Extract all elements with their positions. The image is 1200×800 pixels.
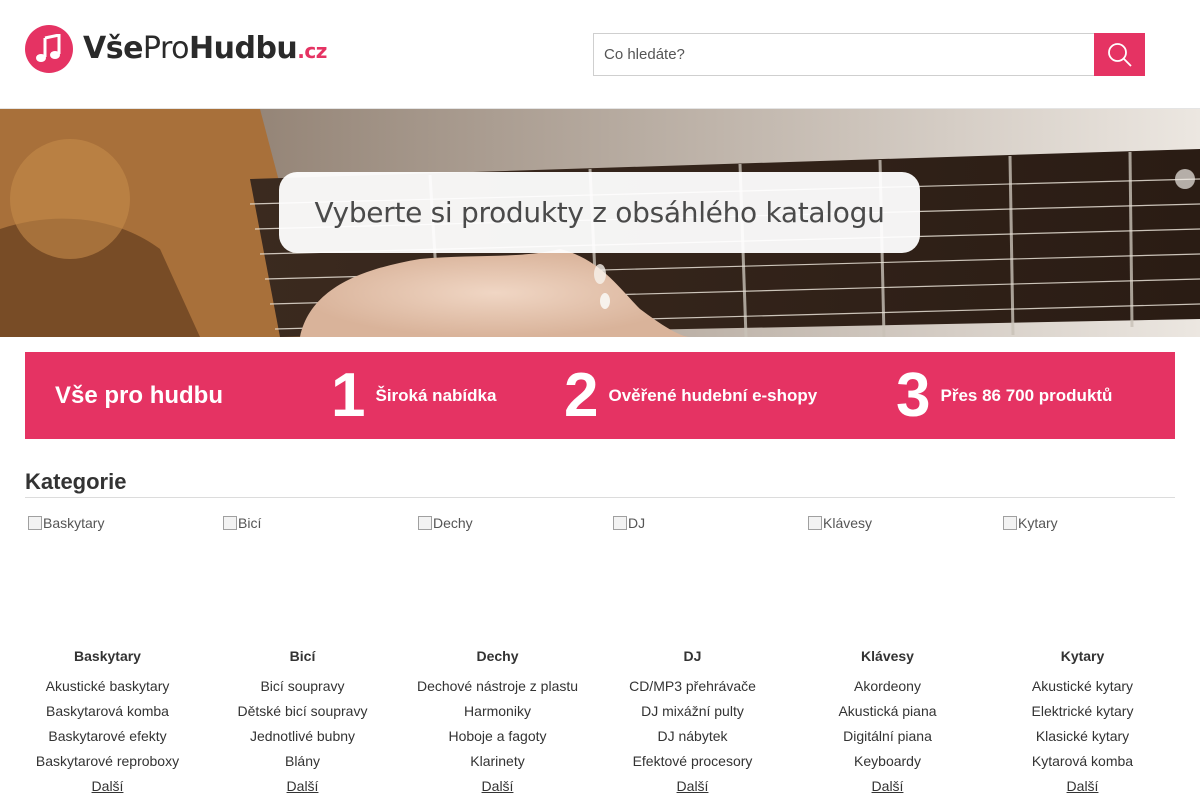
usp-label: Ověřené hudební e-shopy <box>608 385 818 405</box>
category-title[interactable]: Bicí <box>205 648 400 664</box>
category-link[interactable]: Kytarová komba <box>985 752 1180 777</box>
category-link[interactable]: Efektové procesory <box>595 752 790 777</box>
category-title[interactable]: Kytary <box>985 648 1180 664</box>
category-title[interactable]: Klávesy <box>790 648 985 664</box>
broken-image-icon <box>28 516 42 530</box>
category-link[interactable]: Hoboje a fagoty <box>400 727 595 752</box>
site-header: VšeProHudbu.cz <box>0 0 1200 109</box>
more-link[interactable]: Další <box>10 777 205 797</box>
usp-title: Vše pro hudbu <box>55 382 223 409</box>
category-link[interactable]: Akordeony <box>790 677 985 702</box>
category-link[interactable]: Baskytarové reproboxy <box>10 752 205 777</box>
more-link[interactable]: Další <box>595 777 790 797</box>
site-logo[interactable]: VšeProHudbu.cz <box>25 25 327 73</box>
usp-number: 1 <box>331 360 366 430</box>
category-link[interactable]: Dětské bicí soupravy <box>205 702 400 727</box>
category-link[interactable]: Keyboardy <box>790 752 985 777</box>
category-title[interactable]: Dechy <box>400 648 595 664</box>
search-form <box>593 33 1145 76</box>
category-image[interactable]: Dechy <box>418 515 473 531</box>
hero-tagline: Vyberte si produkty z obsáhlého katalogu <box>279 172 920 253</box>
usp-label: Přes 86 700 produktů <box>940 385 1113 405</box>
category-title[interactable]: Baskytary <box>10 648 205 664</box>
category-links: CD/MP3 přehrávače DJ mixážní pulty DJ ná… <box>595 677 790 797</box>
more-link[interactable]: Další <box>400 777 595 797</box>
search-input[interactable] <box>593 33 1094 76</box>
usp-item: 1 Široká nabídka <box>331 362 496 429</box>
category-image[interactable]: Bicí <box>223 515 261 531</box>
usp-bar: Vše pro hudbu 1 Široká nabídka 2 Ověřené… <box>25 352 1175 439</box>
music-note-icon <box>25 25 73 73</box>
hero-tagline-text: Vyberte si produkty z obsáhlého katalogu <box>314 196 885 229</box>
category-links: Dechové nástroje z plastu Harmoniky Hobo… <box>400 677 595 797</box>
category-links: Akustické baskytary Baskytarová komba Ba… <box>10 677 205 797</box>
category-links: Bicí soupravy Dětské bicí soupravy Jedno… <box>205 677 400 797</box>
category-image[interactable]: Kytary <box>1003 515 1058 531</box>
category-link[interactable]: Elektrické kytary <box>985 702 1180 727</box>
category-link[interactable]: Jednotlivé bubny <box>205 727 400 752</box>
category-link[interactable]: Baskytarové efekty <box>10 727 205 752</box>
category-links: Akustické kytary Elektrické kytary Klasi… <box>985 677 1180 797</box>
category-link[interactable]: Digitální piana <box>790 727 985 752</box>
category-image[interactable]: Baskytary <box>28 515 104 531</box>
category-link[interactable]: CD/MP3 přehrávače <box>595 677 790 702</box>
category-link[interactable]: Baskytarová komba <box>10 702 205 727</box>
usp-item: 2 Ověřené hudební e-shopy <box>564 362 817 429</box>
category-link[interactable]: Akustické kytary <box>985 677 1180 702</box>
category-link[interactable]: Akustické baskytary <box>10 677 205 702</box>
category-link[interactable]: Klasické kytary <box>985 727 1180 752</box>
more-link[interactable]: Další <box>205 777 400 797</box>
divider <box>25 497 1175 498</box>
category-title[interactable]: DJ <box>595 648 790 664</box>
usp-item: 3 Přes 86 700 produktů <box>896 362 1112 429</box>
logo-wordmark: VšeProHudbu.cz <box>83 31 327 66</box>
category-link[interactable]: Klarinety <box>400 752 595 777</box>
category-link[interactable]: Dechové nástroje z plastu <box>400 677 595 702</box>
broken-image-icon <box>1003 516 1017 530</box>
search-button[interactable] <box>1094 33 1145 76</box>
category-image[interactable]: DJ <box>613 515 645 531</box>
broken-image-icon <box>223 516 237 530</box>
usp-number: 3 <box>896 360 931 430</box>
category-link[interactable]: Akustická piana <box>790 702 985 727</box>
category-link[interactable]: Blány <box>205 752 400 777</box>
broken-image-icon <box>418 516 432 530</box>
category-link[interactable]: Harmoniky <box>400 702 595 727</box>
usp-number: 2 <box>564 360 599 430</box>
category-link[interactable]: Bicí soupravy <box>205 677 400 702</box>
hero-banner-image: Vyberte si produkty z obsáhlého katalogu <box>0 109 1200 337</box>
categories-heading: Kategorie <box>25 469 127 494</box>
category-link[interactable]: DJ nábytek <box>595 727 790 752</box>
more-link[interactable]: Další <box>985 777 1180 797</box>
category-links: Akordeony Akustická piana Digitální pian… <box>790 677 985 797</box>
broken-image-icon <box>808 516 822 530</box>
more-link[interactable]: Další <box>790 777 985 797</box>
usp-label: Široká nabídka <box>375 385 497 405</box>
category-link[interactable]: DJ mixážní pulty <box>595 702 790 727</box>
broken-image-icon <box>613 516 627 530</box>
category-image[interactable]: Klávesy <box>808 515 872 531</box>
search-icon <box>1107 42 1132 67</box>
